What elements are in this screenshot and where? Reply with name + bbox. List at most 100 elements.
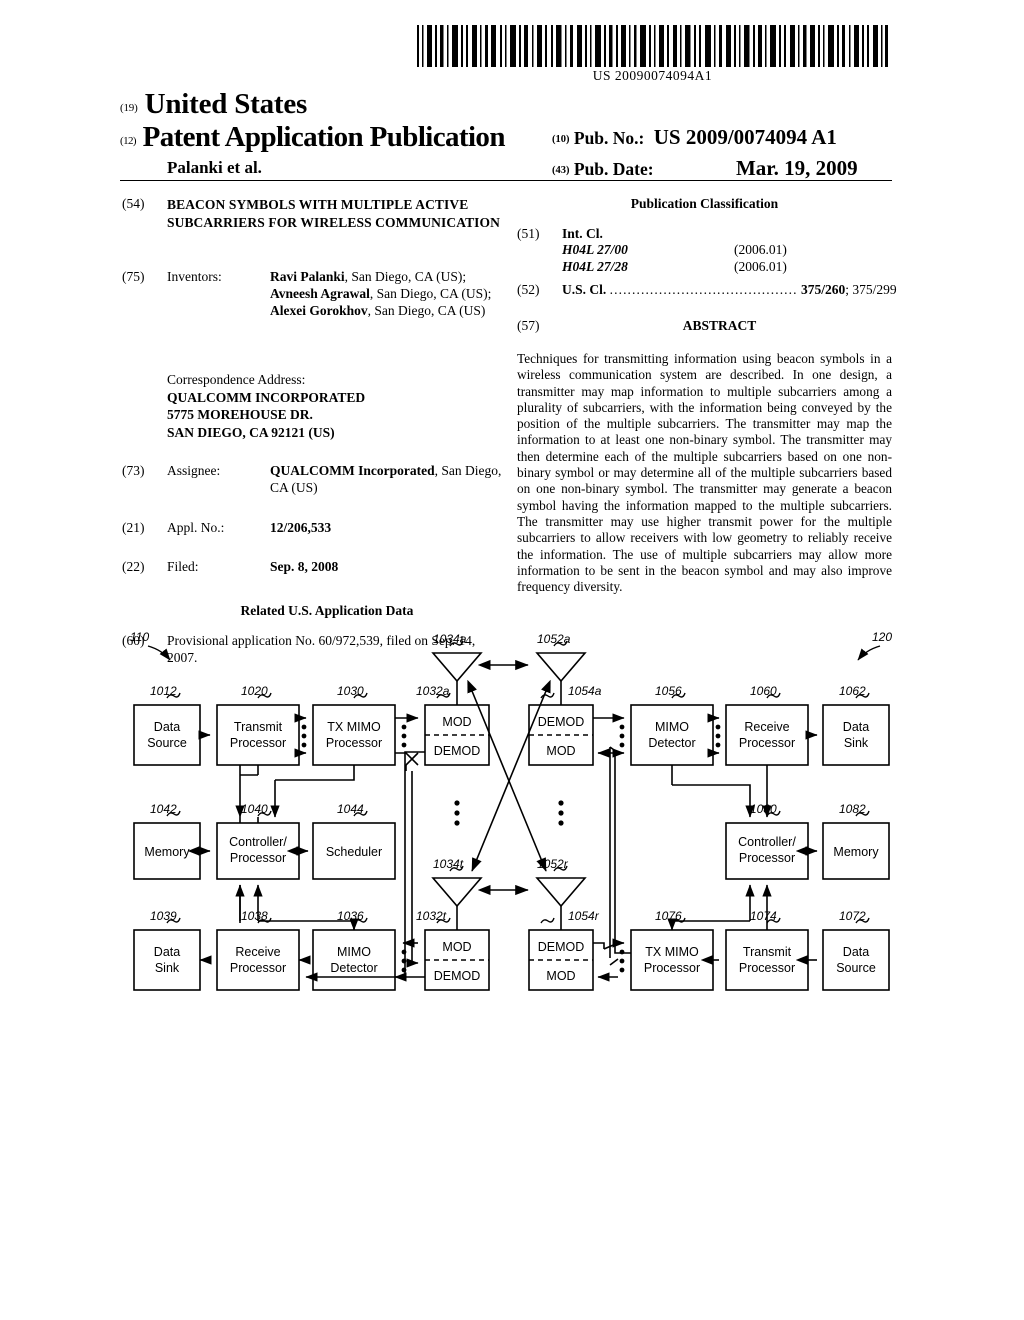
- ref-120: 120: [872, 630, 892, 644]
- us-cl-secondary: ; 375/299: [845, 282, 897, 297]
- pubdate-value: Mar. 19, 2009: [735, 156, 858, 180]
- block-1056: [630, 704, 714, 766]
- block-1074: [725, 929, 809, 991]
- ref-1054r: 1054r: [568, 909, 600, 923]
- label-1044: Scheduler: [326, 845, 382, 859]
- abstract-header-row: (57) ABSTRACT: [517, 318, 892, 338]
- label-1072-l2: Source: [836, 961, 876, 975]
- label-1054r-l2: MOD: [546, 969, 575, 983]
- ref-1034a: 1034a: [433, 632, 467, 646]
- title-tag: (54): [122, 196, 145, 211]
- ref-1032a: 1032a: [416, 684, 450, 698]
- assignee-label: Assignee:: [167, 463, 221, 478]
- related-data-header: Related U.S. Application Data: [240, 603, 414, 618]
- filed-value: Sep. 8, 2008: [270, 559, 339, 574]
- pubno-value: US 2009/0074094 A1: [653, 125, 837, 149]
- country-name: United States: [144, 88, 308, 120]
- correspondence-line: 5775 MOREHOUSE DR.: [167, 407, 313, 422]
- block-1030: [312, 704, 396, 766]
- label-1038-l2: Processor: [230, 961, 286, 975]
- ref-1020: 1020: [241, 684, 268, 698]
- diagram-svg: Data Source Transmit Processor TX MIMO P…: [130, 630, 892, 991]
- label-1042: Memory: [144, 845, 190, 859]
- int-cl-year: (2006.01): [734, 242, 787, 257]
- label-1020-l2: Processor: [230, 736, 286, 750]
- code-43: (43): [552, 165, 570, 176]
- wire-1076-bus: [600, 752, 631, 954]
- ref-1080: 1080: [750, 802, 777, 816]
- block-1038: [216, 929, 300, 991]
- block-1076: [630, 929, 714, 991]
- label-1072-l1: Data: [843, 945, 869, 959]
- inventors-list: Ravi Palanki, San Diego, CA (US); Avnees…: [270, 269, 502, 319]
- label-1036-l2: Detector: [330, 961, 377, 975]
- ref-1032t: 1032t: [416, 909, 447, 923]
- label-1012-l1: Data: [154, 720, 180, 734]
- block-1012: [133, 704, 201, 766]
- label-1080-l2: Processor: [739, 851, 795, 865]
- label-1038-l1: Receive: [235, 945, 280, 959]
- assignee-value: QUALCOMM Incorporated, San Diego, CA (US…: [270, 463, 502, 497]
- assignee-tag: (73): [122, 463, 145, 478]
- barcode-number: US 20090074094A1: [592, 68, 713, 83]
- title-field: (54) BEACON SYMBOLS WITH MULTIPLE ACTIVE…: [122, 196, 502, 252]
- abstract-text: Techniques for transmitting information …: [517, 351, 892, 595]
- int-cl-row: H04L 27/28 (2006.01): [562, 259, 892, 276]
- abstract-header: ABSTRACT: [682, 318, 757, 333]
- wire-1054r-out: [593, 942, 605, 949]
- invention-title: BEACON SYMBOLS WITH MULTIPLE ACTIVE SUBC…: [167, 197, 500, 230]
- ref-1036: 1036: [337, 909, 364, 923]
- us-cl-leader: ........................................…: [609, 282, 798, 297]
- ref-1012: 1012: [150, 684, 177, 698]
- ref-1044: 1044: [337, 802, 364, 816]
- correspondence-label: Correspondence Address:: [167, 372, 306, 387]
- inventors-tag: (75): [122, 269, 145, 284]
- ref-1082: 1082: [839, 802, 866, 816]
- block-1060: [725, 704, 809, 766]
- appl-label: Appl. No.:: [167, 520, 225, 535]
- wire-1030-cross: [395, 752, 419, 766]
- block-1036: [312, 929, 396, 991]
- ref-1039: 1039: [150, 909, 177, 923]
- label-1032t-l1: MOD: [442, 940, 471, 954]
- correspondence-line: SAN DIEGO, CA 92121 (US): [167, 424, 335, 440]
- int-cl-year: (2006.01): [734, 259, 787, 274]
- correspondence-address: Correspondence Address: QUALCOMM INCORPO…: [167, 371, 502, 441]
- label-1012-l2: Source: [147, 736, 187, 750]
- label-1062-l1: Data: [843, 720, 869, 734]
- label-1032a-l1: MOD: [442, 715, 471, 729]
- appl-tag: (21): [122, 520, 145, 535]
- assignee-field: (73) Assignee: QUALCOMM Incorporated, Sa…: [122, 463, 502, 501]
- wire-1076-cross: [609, 746, 619, 754]
- correspondence-line: QUALCOMM INCORPORATED: [167, 389, 366, 405]
- label-1074-l1: Transmit: [743, 945, 792, 959]
- inventor-name: Alexei Gorokhov: [270, 302, 368, 318]
- int-cl-row: H04L 27/00 (2006.01): [562, 242, 892, 259]
- us-cl-line: U.S. Cl. ...............................…: [562, 282, 897, 298]
- doc-type-line: (12) Patent Application Publication: [120, 121, 505, 154]
- inventor-loc: , San Diego, CA (US): [367, 302, 486, 318]
- int-cl-tag: (51): [517, 226, 540, 241]
- label-1060-l2: Processor: [739, 736, 795, 750]
- wire-1076-cross2: [609, 958, 619, 966]
- label-1032a-l2: DEMOD: [434, 744, 481, 758]
- ref-1056: 1056: [655, 684, 682, 698]
- masthead: (19) United States (12) Patent Applicati…: [120, 88, 910, 180]
- ref-1076: 1076: [655, 909, 682, 923]
- label-1054a-l1: DEMOD: [538, 715, 585, 729]
- ref-110: 110: [130, 630, 149, 644]
- int-cl-label: Int. Cl.: [562, 226, 603, 241]
- figure-block-diagram: Data Source Transmit Processor TX MIMO P…: [120, 625, 910, 1010]
- pubdate-label: Pub. Date:: [573, 159, 654, 179]
- ref-1052a: 1052a: [537, 632, 571, 646]
- label-1076-l1: TX MIMO: [645, 945, 699, 959]
- us-cl-field: (52) U.S. Cl. ..........................…: [517, 282, 897, 302]
- label-1036-l1: MIMO: [337, 945, 371, 959]
- inventor-loc: , San Diego, CA (US);: [369, 285, 492, 301]
- filed-label: Filed:: [167, 559, 199, 574]
- ref-1034t: 1034t: [433, 857, 464, 871]
- us-cl-tag: (52): [517, 282, 540, 297]
- label-1056-l2: Detector: [648, 736, 695, 750]
- filed-tag: (22): [122, 559, 145, 574]
- label-1054r-l1: DEMOD: [538, 940, 585, 954]
